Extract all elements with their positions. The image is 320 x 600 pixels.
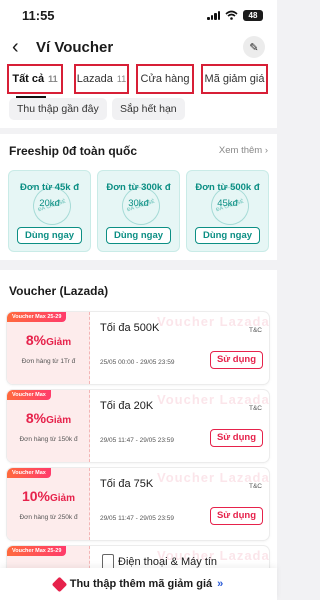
- tab-label: Tất cả: [12, 73, 45, 85]
- voucher-discount-panel: Voucher Max 25-29 8%Giảm Đơn hàng từ 1Tr…: [7, 312, 90, 384]
- voucher-date: 25/05 00:00 - 29/05 23:59: [100, 359, 175, 366]
- header: ‹ Ví Voucher ✎: [0, 30, 277, 64]
- voucher-tag: Voucher Max 25-29: [7, 546, 67, 556]
- filter-recent[interactable]: Thu thập gần đây: [9, 98, 107, 120]
- freeship-card: ĐÃ CHIA SẺ Đơn từ 500k đ 45kđ Dùng ngay: [186, 170, 269, 252]
- filter-chips: Thu thập gần đây Sắp hết hạn: [0, 98, 277, 128]
- use-now-button[interactable]: Dùng ngay: [106, 227, 171, 244]
- use-voucher-button[interactable]: Sử dụng: [210, 429, 263, 447]
- collect-more-bar[interactable]: Thu thập thêm mã giảm giá »: [0, 568, 277, 600]
- edit-pencil-icon[interactable]: ✎: [243, 36, 265, 58]
- freeship-condition: Đơn từ 500k đ: [195, 182, 260, 193]
- status-icons: 48: [207, 9, 263, 21]
- tab-lazada[interactable]: Lazada 11: [74, 64, 129, 94]
- tab-count: 11: [48, 74, 58, 84]
- voucher-title: Tối đa 75K: [100, 478, 154, 490]
- voucher-title: Điện thoại & Máy tín: [118, 556, 218, 568]
- voucher-min-order: Đơn hàng từ 1Tr đ: [21, 358, 76, 365]
- double-chevron-icon: »: [217, 578, 224, 590]
- page-title: Ví Voucher: [36, 38, 114, 56]
- signal-icon: [207, 10, 220, 20]
- freeship-value: 30kđ: [128, 198, 149, 209]
- voucher-date: 29/05 11:47 - 29/05 23:59: [100, 515, 174, 522]
- back-arrow-icon[interactable]: ‹: [12, 37, 30, 57]
- lazada-voucher-section: Voucher (Lazada) Voucher Max 25-29 8%Giả…: [0, 270, 277, 600]
- freeship-condition: Đơn từ 45k đ: [19, 182, 80, 193]
- lazada-logo-icon: [51, 576, 68, 592]
- voucher-discount-panel: Voucher Max 8%Giảm Đơn hàng từ 150k đ: [7, 390, 90, 462]
- voucher-discount-panel: Voucher Max 10%Giảm Đơn hàng từ 250k đ: [7, 468, 90, 540]
- voucher-section-title: Voucher (Lazada): [9, 284, 109, 298]
- tab-all[interactable]: Tất cả 11: [7, 64, 63, 94]
- tab-label: Cửa hàng: [140, 73, 190, 85]
- freeship-condition: Đơn từ 300k đ: [106, 182, 171, 193]
- freeship-card: ĐÃ CHIA SẺ Đơn từ 300k đ 30kđ Dùng ngay: [97, 170, 180, 252]
- see-more-link[interactable]: Xem thêm ›: [219, 145, 268, 156]
- voucher-card: Voucher Max 25-29 8%Giảm Đơn hàng từ 1Tr…: [7, 312, 269, 384]
- filter-expiring[interactable]: Sắp hết hạn: [112, 98, 185, 120]
- voucher-card: Voucher Max 8%Giảm Đơn hàng từ 150k đ Vo…: [7, 390, 269, 462]
- voucher-discount: 10%Giảm: [21, 488, 76, 504]
- freeship-value: 45kđ: [217, 198, 238, 209]
- use-now-button[interactable]: Dùng ngay: [17, 227, 82, 244]
- battery-icon: 48: [243, 9, 263, 21]
- terms-link[interactable]: T&C: [249, 483, 262, 490]
- voucher-tag: Voucher Max: [7, 390, 51, 400]
- freeship-card: ĐÃ CHIA SẺ Đơn từ 45k đ 20kđ Dùng ngay: [8, 170, 91, 252]
- voucher-min-order: Đơn hàng từ 150k đ: [19, 436, 78, 443]
- voucher-discount: 8%Giảm: [25, 332, 72, 348]
- status-bar: 11:55 48: [0, 0, 277, 30]
- voucher-card: Voucher Max 10%Giảm Đơn hàng từ 250k đ V…: [7, 468, 269, 540]
- voucher-min-order: Đơn hàng từ 250k đ: [19, 514, 78, 521]
- use-voucher-button[interactable]: Sử dụng: [210, 507, 263, 525]
- terms-link[interactable]: T&C: [249, 405, 262, 412]
- tab-store[interactable]: Cửa hàng: [136, 64, 194, 94]
- voucher-date: 29/05 11:47 - 29/05 23:59: [100, 437, 174, 444]
- freeship-title: Freeship 0đ toàn quốc: [9, 144, 138, 158]
- tab-count: 11: [116, 74, 127, 84]
- voucher-tag: Voucher Max 25-29: [7, 312, 67, 322]
- voucher-title: Tối đa 20K: [100, 400, 154, 412]
- terms-link[interactable]: T&C: [249, 327, 262, 334]
- freeship-section: Freeship 0đ toàn quốc Xem thêm › ĐÃ CHIA…: [0, 134, 277, 260]
- tab-discount-code[interactable]: Mã giảm giá: [201, 64, 268, 94]
- use-voucher-button[interactable]: Sử dụng: [210, 351, 263, 369]
- tab-label: Lazada: [76, 73, 113, 85]
- voucher-tabs: Tất cả 11 Lazada 11 Cửa hàng Mã giảm giá: [0, 64, 277, 98]
- voucher-tag: Voucher Max: [7, 468, 51, 478]
- voucher-title: Tối đa 500K: [100, 322, 160, 334]
- status-time: 11:55: [22, 7, 55, 23]
- wifi-icon: [225, 10, 238, 20]
- use-now-button[interactable]: Dùng ngay: [195, 227, 260, 244]
- tab-label: Mã giảm giá: [204, 73, 265, 85]
- collect-more-label: Thu thập thêm mã giảm giá: [69, 578, 213, 590]
- freeship-value: 20kđ: [39, 198, 60, 209]
- voucher-discount: 8%Giảm: [25, 410, 72, 426]
